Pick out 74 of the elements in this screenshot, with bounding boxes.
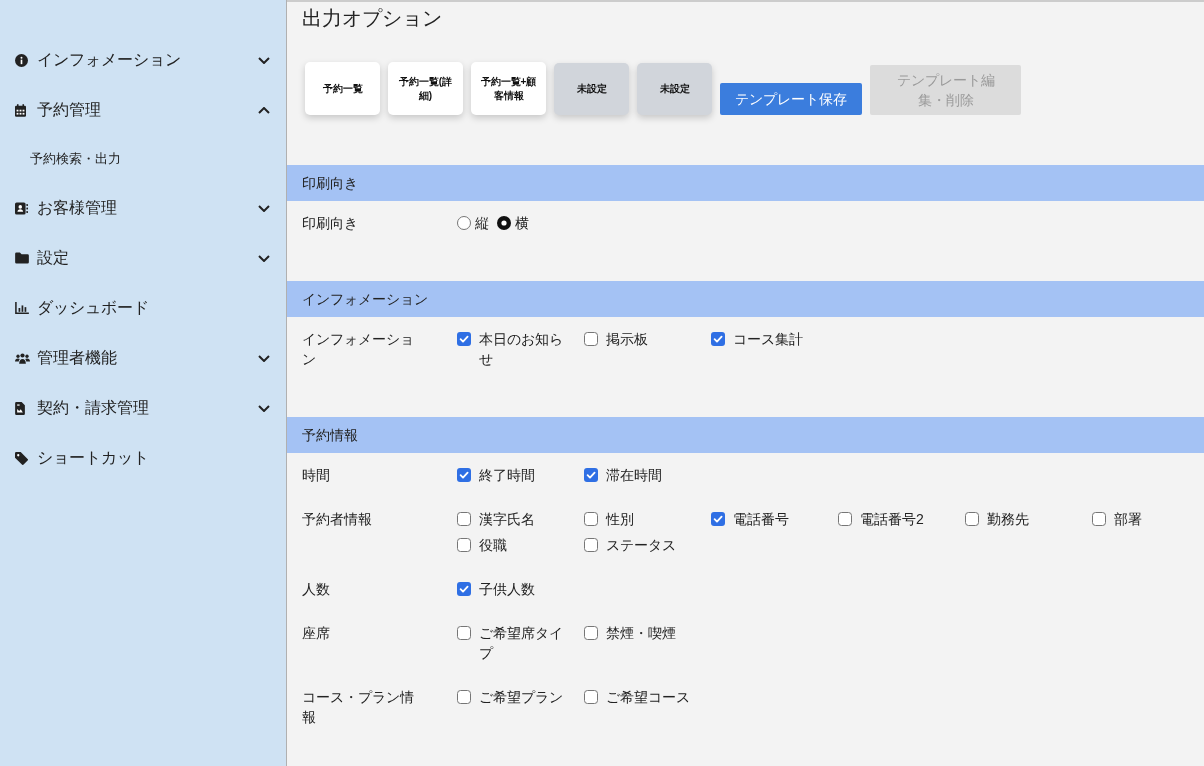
checkbox[interactable] [457,582,471,596]
checkbox[interactable] [457,626,471,640]
template-button[interactable]: 予約一覧(詳細) [388,62,463,115]
sidebar-subitem[interactable]: 予約検索・出力 [0,135,286,183]
checkbox[interactable] [457,332,471,346]
field-label: 人数 [302,580,331,599]
template-button[interactable]: 予約一覧+顧客情報 [471,62,546,115]
option-label: 子供人数 [479,580,535,599]
page-title: 出力オプション [301,6,443,31]
option-label: 禁煙・喫煙 [606,624,676,643]
tag-icon [15,451,28,465]
option-label: コース集計 [733,330,803,349]
checkbox[interactable] [457,468,471,482]
option-label: 横 [515,214,529,233]
field-label: 座席 [302,624,331,643]
radio-button[interactable] [497,216,511,230]
checkbox[interactable] [457,538,471,552]
checkbox[interactable] [965,512,979,526]
checkbox[interactable] [457,690,471,704]
option-label: ご希望コース [606,688,690,707]
sidebar-item[interactable]: 予約管理 [0,85,286,135]
template-button[interactable]: 未設定 [637,63,712,115]
checkbox[interactable] [584,626,598,640]
field-label: 印刷向き [302,214,359,233]
sidebar-item[interactable]: お客様管理 [0,183,286,233]
option-label: 勤務先 [987,510,1029,529]
option-label: 滞在時間 [606,466,662,485]
option-label: 部署 [1114,510,1142,529]
section-header: インフォメーション [287,281,1204,317]
users-icon [15,352,30,364]
section-header: 印刷向き [287,165,1204,201]
field-label: 時間 [302,466,331,485]
checkbox[interactable] [1092,512,1106,526]
info-icon [15,53,28,67]
checkbox[interactable] [584,332,598,346]
checkbox[interactable] [584,690,598,704]
checkbox[interactable] [711,512,725,526]
sidebar-item[interactable]: 契約・請求管理 [0,383,286,433]
sidebar-item[interactable]: ダッシュボード [0,283,286,333]
bar-chart-icon [15,302,29,314]
checkbox[interactable] [584,538,598,552]
option-label: 漢字氏名 [479,510,535,529]
option-label: 本日のお知らせ [479,330,564,369]
section-header: 予約情報 [287,417,1204,453]
checkbox[interactable] [584,512,598,526]
checkbox[interactable] [838,512,852,526]
sidebar-item[interactable]: 管理者機能 [0,333,286,383]
option-label: 電話番号2 [860,510,924,529]
option-label: 掲示板 [606,330,648,349]
contact-card-icon [15,201,28,215]
field-label: インフォメーション [302,330,415,369]
option-label: 縦 [475,214,489,233]
option-label: 電話番号 [733,510,789,529]
calendar-icon [15,103,26,117]
option-label: ご希望プラン [479,688,563,707]
sidebar-item[interactable]: インフォメーション [0,35,286,85]
field-label: 予約者情報 [302,510,373,529]
save-template-button[interactable]: テンプレート保存 [720,83,862,115]
option-label: ご希望席タイプ [479,624,564,663]
sidebar-item[interactable]: 設定 [0,233,286,283]
checkbox[interactable] [584,468,598,482]
sidebar-item[interactable]: ショートカット [0,433,286,483]
template-button[interactable]: 未設定 [554,63,629,115]
template-button[interactable]: 予約一覧 [305,62,380,115]
folder-icon [15,252,29,264]
option-label: 終了時間 [479,466,535,485]
checkbox[interactable] [711,332,725,346]
field-label: コース・プラン情報 [302,688,415,727]
option-label: 役職 [479,536,507,555]
radio-button[interactable] [457,216,471,230]
document-icon [15,401,25,415]
checkbox[interactable] [457,512,471,526]
option-label: ステータス [606,536,676,555]
option-label: 性別 [606,510,634,529]
